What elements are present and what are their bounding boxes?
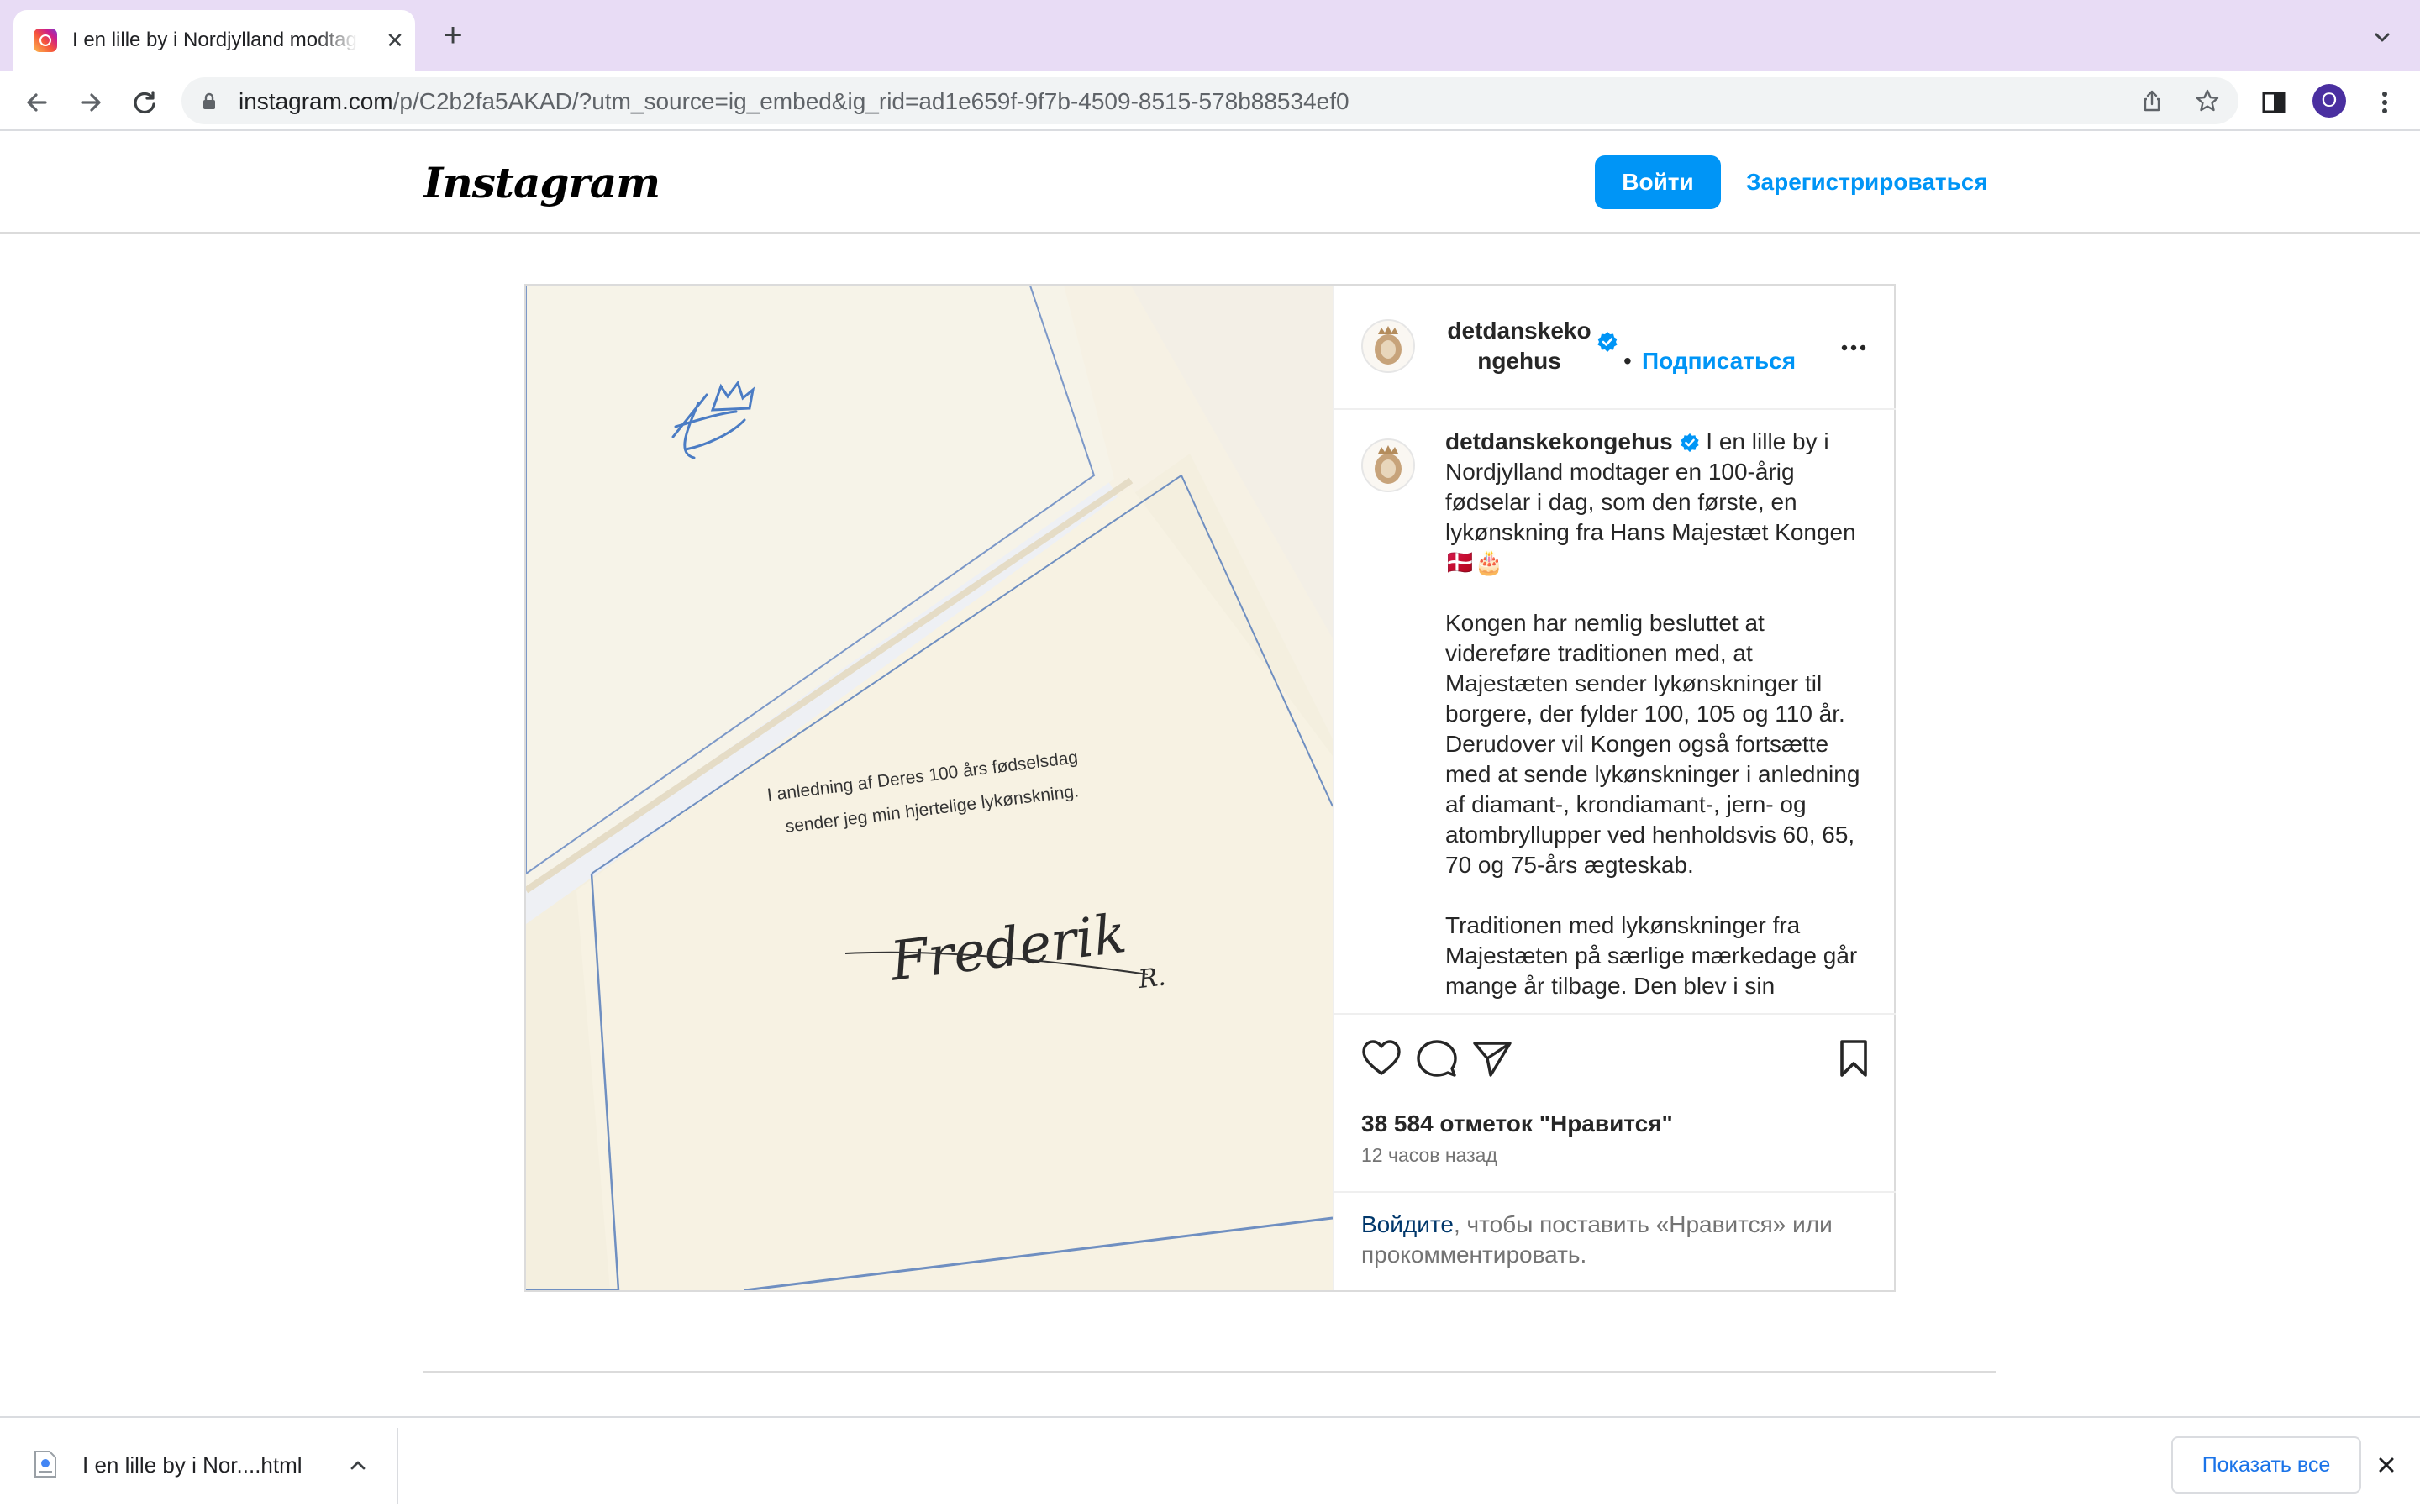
tab-close-icon[interactable]: ✕ (383, 29, 407, 52)
caption-paragraph-2: Kongen har nemlig besluttet at viderefør… (1445, 610, 1860, 878)
new-tab-button[interactable]: + (439, 18, 467, 52)
tab-title: I en lille by i Nordjylland modtager en … (72, 29, 358, 51)
caption-text: detdanskekongehus I en lille by i Nordjy… (1445, 427, 1870, 1013)
verified-badge-icon (1680, 433, 1699, 453)
sidebar-icon[interactable] (2257, 86, 2291, 119)
caption-paragraph-3: Traditionen med lykønskninger fra Majest… (1445, 912, 1858, 999)
url-path: /p/C2b2fa5AKAD/?utm_source=ig_embed&ig_r… (392, 88, 1349, 114)
like-heart-icon[interactable] (1360, 1037, 1403, 1080)
post-actions: 38 584 отметок "Нравится" 12 часов назад… (1334, 1013, 1896, 1290)
lock-icon[interactable] (200, 92, 218, 110)
footer-divider (424, 1371, 1996, 1373)
instagram-header: Instagram Войти Зарегистрироваться (0, 133, 2420, 234)
chevron-up-icon[interactable] (346, 1453, 370, 1477)
close-icon[interactable] (2375, 1453, 2398, 1477)
letter-photo: I anledning af Deres 100 års fødselsdag … (526, 286, 1333, 1290)
back-arrow-icon[interactable] (20, 86, 54, 119)
caption-username[interactable]: detdanskekongehus (1445, 428, 1673, 454)
post-timestamp[interactable]: 12 часов назад (1361, 1142, 1497, 1168)
download-file-name[interactable]: I en lille by i Nor....html (82, 1452, 302, 1478)
signup-link[interactable]: Зарегистрироваться (1746, 155, 1988, 209)
caption-area[interactable]: detdanskekongehus I en lille by i Nordjy… (1334, 412, 1896, 1013)
share-send-icon[interactable] (1470, 1037, 1514, 1080)
post-card: I anledning af Deres 100 års fødselsdag … (524, 284, 1896, 1292)
downloads-divider (397, 1428, 398, 1504)
likes-count[interactable]: 38 584 отметок "Нравится" (1361, 1109, 1673, 1139)
comment-icon[interactable] (1415, 1037, 1459, 1080)
star-icon[interactable] (2195, 88, 2220, 113)
avatar[interactable] (1361, 319, 1415, 373)
verified-badge-icon (1597, 332, 1618, 352)
downloads-bar: I en lille by i Nor....html Показать все (0, 1416, 2420, 1512)
url-host: instagram.com (239, 88, 393, 114)
royal-crest-icon (1375, 445, 1402, 484)
profile-avatar[interactable]: O (2312, 84, 2346, 118)
instagram-logo[interactable]: Instagram (424, 158, 660, 208)
address-bar[interactable]: instagram.com/p/C2b2fa5AKAD/?utm_source=… (182, 77, 2238, 124)
post-header: detdanskeko ngehus • Подписаться (1334, 286, 1896, 410)
login-prompt-link[interactable]: Войдите (1361, 1211, 1454, 1237)
show-all-downloads-button[interactable]: Показать все (2171, 1436, 2361, 1494)
follow-button[interactable]: Подписаться (1642, 346, 1796, 376)
caption-avatar[interactable] (1361, 438, 1415, 492)
browser-toolbar: instagram.com/p/C2b2fa5AKAD/?utm_source=… (0, 71, 2420, 131)
tab-search-icon[interactable] (2370, 25, 2395, 50)
post-sidebar: detdanskeko ngehus • Подписаться detdans… (1333, 286, 1896, 1290)
browser-tabstrip: I en lille by i Nordjylland modtager en … (0, 0, 2420, 71)
post-image[interactable]: I anledning af Deres 100 års fødselsdag … (526, 286, 1333, 1290)
forward-arrow-icon[interactable] (74, 86, 108, 119)
royal-crest-icon (1375, 326, 1402, 365)
login-prompt: Войдите, чтобы поставить «Нравится» или … (1334, 1191, 1896, 1290)
browser-tab-active[interactable]: I en lille by i Nordjylland modtager en … (13, 10, 415, 71)
kebab-menu-icon[interactable] (2368, 86, 2402, 119)
instagram-favicon-icon (34, 29, 57, 52)
separator-dot: • (1623, 348, 1632, 374)
login-button[interactable]: Войти (1595, 155, 1721, 209)
signature-suffix: R. (1136, 962, 1167, 995)
username-line-2: ngehus (1477, 348, 1561, 374)
post-author-username[interactable]: detdanskeko ngehus (1442, 316, 1597, 376)
save-bookmark-icon[interactable] (1832, 1037, 1876, 1080)
username-line-1: detdanskeko (1447, 318, 1591, 344)
more-options-icon[interactable] (1837, 331, 1870, 365)
reload-icon[interactable] (128, 86, 161, 119)
url-text: instagram.com/p/C2b2fa5AKAD/?utm_source=… (239, 88, 1349, 115)
share-icon[interactable] (2139, 88, 2165, 113)
html-file-icon (34, 1451, 56, 1478)
